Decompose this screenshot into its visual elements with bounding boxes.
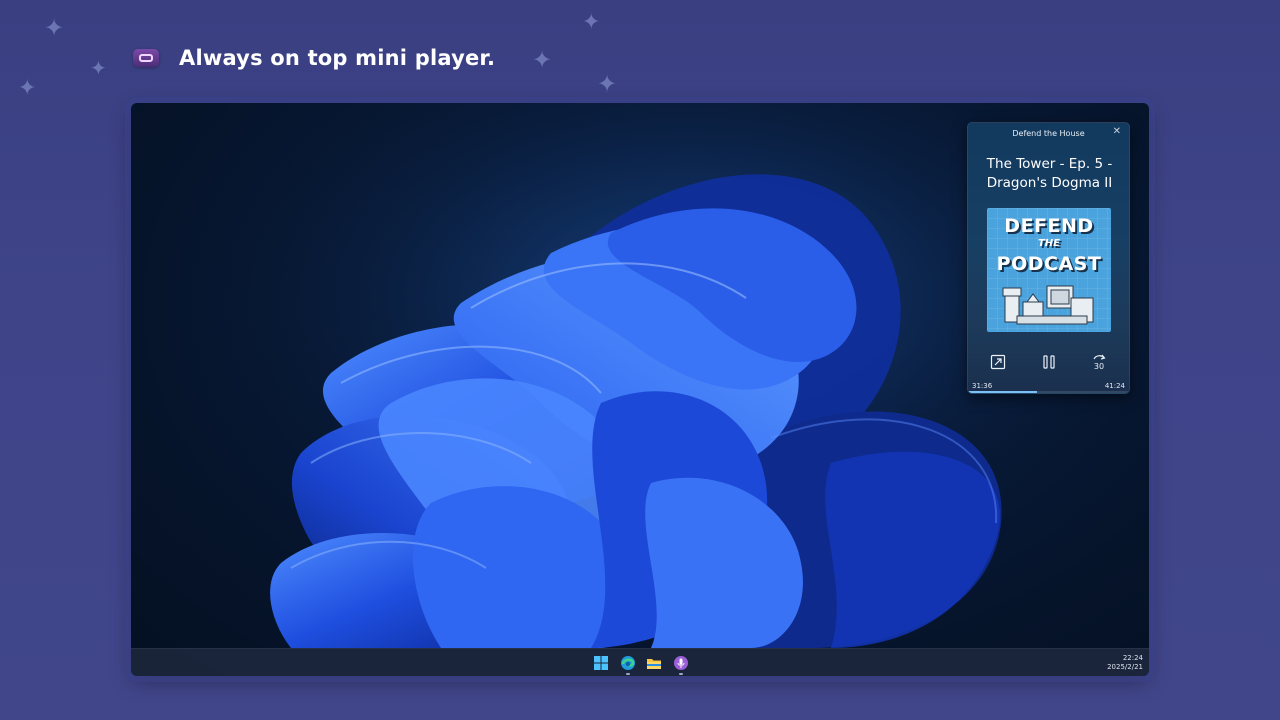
clock-time: 22:24 <box>1122 654 1143 662</box>
episode-title: The Tower - Ep. 5 - Dragon's Dogma II <box>986 156 1113 191</box>
page-header: Always on top mini player. <box>133 44 495 72</box>
progress-fill <box>968 391 1038 393</box>
podcast-app-icon[interactable] <box>673 655 689 671</box>
svg-text:30: 30 <box>1094 362 1104 371</box>
artwork-text: DEFEND <box>1004 215 1094 237</box>
pause-button[interactable] <box>1039 352 1059 372</box>
close-icon[interactable]: ✕ <box>1113 126 1121 137</box>
player-app-icon <box>133 49 159 67</box>
mini-player[interactable]: Defend the House ✕ The Tower - Ep. 5 - D… <box>967 122 1130 394</box>
sparkle-decoration: ✦ <box>44 14 65 42</box>
expand-button[interactable] <box>988 352 1008 372</box>
file-explorer-icon[interactable] <box>646 655 662 671</box>
sparkle-decoration: ✦ <box>18 76 37 101</box>
skip-forward-30-icon: 30 <box>1093 354 1106 371</box>
windows-start-icon[interactable] <box>593 655 609 671</box>
elapsed-time: 31:36 <box>972 382 993 390</box>
expand-icon <box>990 354 1006 370</box>
artwork-text: THE <box>1037 238 1061 249</box>
show-title: Defend the House <box>1012 129 1085 138</box>
running-indicator <box>626 673 630 675</box>
page-title: Always on top mini player. <box>179 46 496 70</box>
skip-forward-button[interactable]: 30 <box>1089 352 1109 372</box>
edge-icon[interactable] <box>620 655 636 671</box>
pause-icon <box>1043 355 1055 369</box>
running-indicator <box>679 673 683 675</box>
sparkle-decoration: ✦ <box>582 10 601 35</box>
progress-bar[interactable] <box>968 391 1129 393</box>
total-time: 41:24 <box>1104 382 1125 390</box>
system-clock[interactable]: 22:24 2025/2/21 <box>1107 654 1143 672</box>
taskbar: 22:24 2025/2/21 <box>131 648 1149 676</box>
artwork-text: PODCAST <box>996 253 1102 275</box>
podcast-artwork: DEFEND THE PODCAST <box>987 208 1111 332</box>
clock-date: 2025/2/21 <box>1107 663 1143 671</box>
castle-illustration-icon <box>1002 285 1094 325</box>
sparkle-decoration: ✦ <box>90 56 107 80</box>
desktop-screenshot: Defend the House ✕ The Tower - Ep. 5 - D… <box>131 103 1149 676</box>
sparkle-decoration: ✦ <box>597 70 618 98</box>
sparkle-decoration: ✦ <box>532 46 553 74</box>
